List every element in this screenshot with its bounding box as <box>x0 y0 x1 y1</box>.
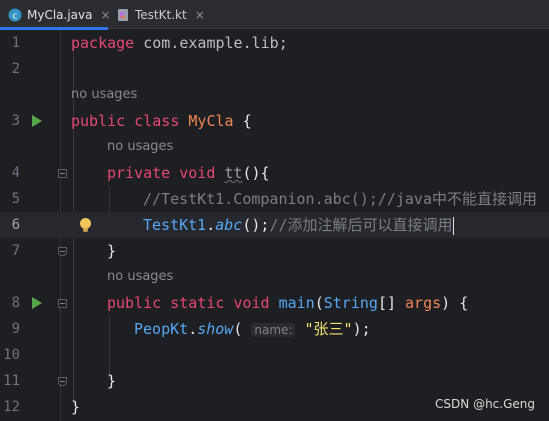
line-number: 1 <box>11 35 20 51</box>
code-line: 1 package com.example.lib; <box>0 30 549 56</box>
usage-hint[interactable]: no usages <box>107 264 173 290</box>
code-line: 10 <box>0 342 549 368</box>
run-icon[interactable] <box>32 297 42 309</box>
tab-mycla-java[interactable]: c MyCla.java × <box>0 0 111 30</box>
code-text: public class MyCla { <box>71 112 252 130</box>
code-line: 7 } <box>0 238 549 264</box>
line-number: 5 <box>11 191 20 207</box>
watermark: CSDN @hc.Geng <box>435 397 535 411</box>
tab-label: TestKt.kt <box>135 7 187 22</box>
line-number: 6 <box>11 217 20 233</box>
fold-icon[interactable] <box>58 169 67 178</box>
code-text: //TestKt1.Companion.abc();//java中不能直接调用 <box>143 190 537 208</box>
fold-icon[interactable] <box>58 299 67 308</box>
code-line: 9 PeopKt.show( name: "张三"); <box>0 316 549 342</box>
fold-end-icon[interactable] <box>58 377 67 386</box>
tab-testkt-kt[interactable]: TestKt.kt × <box>108 0 208 29</box>
code-line-current: 6 TestKt1.abc();//添加注解后可以直接调用 <box>0 212 549 238</box>
code-line: 8 public static void main(String[] args)… <box>0 290 549 316</box>
java-class-icon: c <box>8 8 22 21</box>
fold-end-icon[interactable] <box>58 247 67 256</box>
code-text: TestKt1.abc();//添加注解后可以直接调用 <box>143 216 454 235</box>
line-number: 12 <box>3 399 20 415</box>
code-line: 2 <box>0 56 549 82</box>
code-text: public static void main(String[] args) { <box>107 294 469 312</box>
usage-hint[interactable]: no usages <box>71 82 137 108</box>
svg-text:c: c <box>13 11 18 21</box>
text-caret <box>452 216 454 235</box>
run-icon[interactable] <box>32 115 42 127</box>
code-editor[interactable]: 1 package com.example.lib; 2 no usages 3… <box>0 30 549 421</box>
line-number: 11 <box>3 373 20 389</box>
lightbulb-icon[interactable] <box>80 218 91 232</box>
code-line: 11 } <box>0 368 549 394</box>
kotlin-file-icon <box>118 8 128 21</box>
code-text: private void tt(){ <box>107 164 270 182</box>
code-line: 4 private void tt(){ <box>0 160 549 186</box>
editor-tab-bar: c MyCla.java × TestKt.kt × <box>0 0 549 30</box>
tab-label: MyCla.java <box>27 7 93 22</box>
code-text: } <box>71 398 81 416</box>
code-line: 3 public class MyCla { <box>0 108 549 134</box>
line-number: 8 <box>11 295 20 311</box>
code-text: package com.example.lib; <box>71 34 288 52</box>
code-text: PeopKt.show( name: "张三"); <box>134 320 371 338</box>
code-text: } <box>107 242 117 260</box>
code-text: } <box>107 372 117 390</box>
code-line: 5 //TestKt1.Companion.abc();//java中不能直接调… <box>0 186 549 212</box>
line-number: 7 <box>11 243 20 259</box>
line-number: 3 <box>11 113 20 129</box>
line-number: 9 <box>11 321 20 337</box>
line-number: 4 <box>11 165 20 181</box>
line-number: 2 <box>11 61 20 77</box>
usage-hint[interactable]: no usages <box>107 134 173 160</box>
parameter-hint: name: <box>251 323 296 337</box>
close-tab-icon[interactable]: × <box>195 8 205 22</box>
line-number: 10 <box>3 347 20 363</box>
